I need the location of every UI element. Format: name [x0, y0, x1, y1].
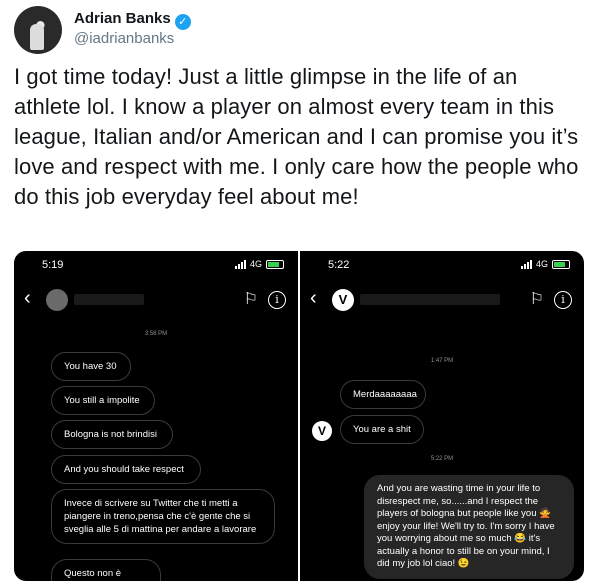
back-arrow-icon[interactable]: ‹: [310, 287, 317, 310]
redacted-username: [360, 294, 500, 305]
status-time: 5:19: [42, 259, 64, 271]
message-timestamp: 3:58 PM: [144, 331, 168, 337]
status-bar-right: 4G: [234, 259, 284, 269]
network-label: 4G: [535, 259, 548, 269]
message-bubble: You have 30: [51, 352, 131, 381]
message-bubble: Merdaaaaaaaa: [340, 380, 426, 409]
message-timestamp: 1:47 PM: [430, 358, 454, 364]
status-bar-right: 4G: [520, 259, 570, 269]
screenshot-left[interactable]: 5:19 4G ‹ ⚐ i 3:58 PM You have 30 You st…: [14, 251, 298, 581]
chat-avatar[interactable]: [46, 289, 68, 311]
info-icon[interactable]: i: [268, 291, 286, 309]
screenshot-right[interactable]: 5:22 4G ‹ V ⚐ i 1:47 PM Merdaaaaaaaa V Y…: [300, 251, 584, 581]
message-bubble: Invece di scrivere su Twitter che ti met…: [51, 489, 275, 544]
battery-icon: [552, 259, 570, 269]
message-bubble: And you should take respect: [51, 455, 201, 484]
message-bubble: Bologna is not brindisi: [51, 420, 173, 449]
network-label: 4G: [249, 259, 262, 269]
author-avatar[interactable]: [14, 6, 62, 54]
reply-bubble: And you are wasting time in your life to…: [364, 475, 574, 579]
author-handle[interactable]: @iadrianbanks: [74, 30, 174, 47]
message-bubble: You still a impolite: [51, 386, 155, 415]
signal-icon: [520, 259, 532, 269]
tweet-text: I got time today! Just a little glimpse …: [14, 64, 579, 209]
author-name-row: Adrian Banks ✓: [74, 10, 191, 30]
message-bubble: Questo non è sforzo??: [51, 559, 161, 581]
message-timestamp: 5:22 PM: [430, 456, 454, 462]
info-icon[interactable]: i: [554, 291, 572, 309]
chat-nav-bar: ‹ V ⚐ i: [300, 283, 584, 317]
flag-icon[interactable]: ⚐: [530, 289, 544, 309]
message-bubble: You are a shit: [340, 415, 424, 444]
battery-icon: [266, 259, 284, 269]
signal-icon: [234, 259, 246, 269]
tweet-media[interactable]: 5:19 4G ‹ ⚐ i 3:58 PM You have 30 You st…: [14, 251, 584, 581]
sender-logo-icon: V: [312, 421, 332, 441]
chat-nav-bar: ‹ ⚐ i: [14, 283, 298, 317]
verified-badge-icon: ✓: [174, 14, 191, 30]
back-arrow-icon[interactable]: ‹: [24, 287, 31, 310]
author-display-name[interactable]: Adrian Banks: [74, 10, 171, 27]
status-time: 5:22: [328, 259, 350, 271]
flag-icon[interactable]: ⚐: [244, 289, 258, 309]
redacted-username: [74, 294, 144, 305]
team-logo-icon[interactable]: V: [332, 289, 354, 311]
